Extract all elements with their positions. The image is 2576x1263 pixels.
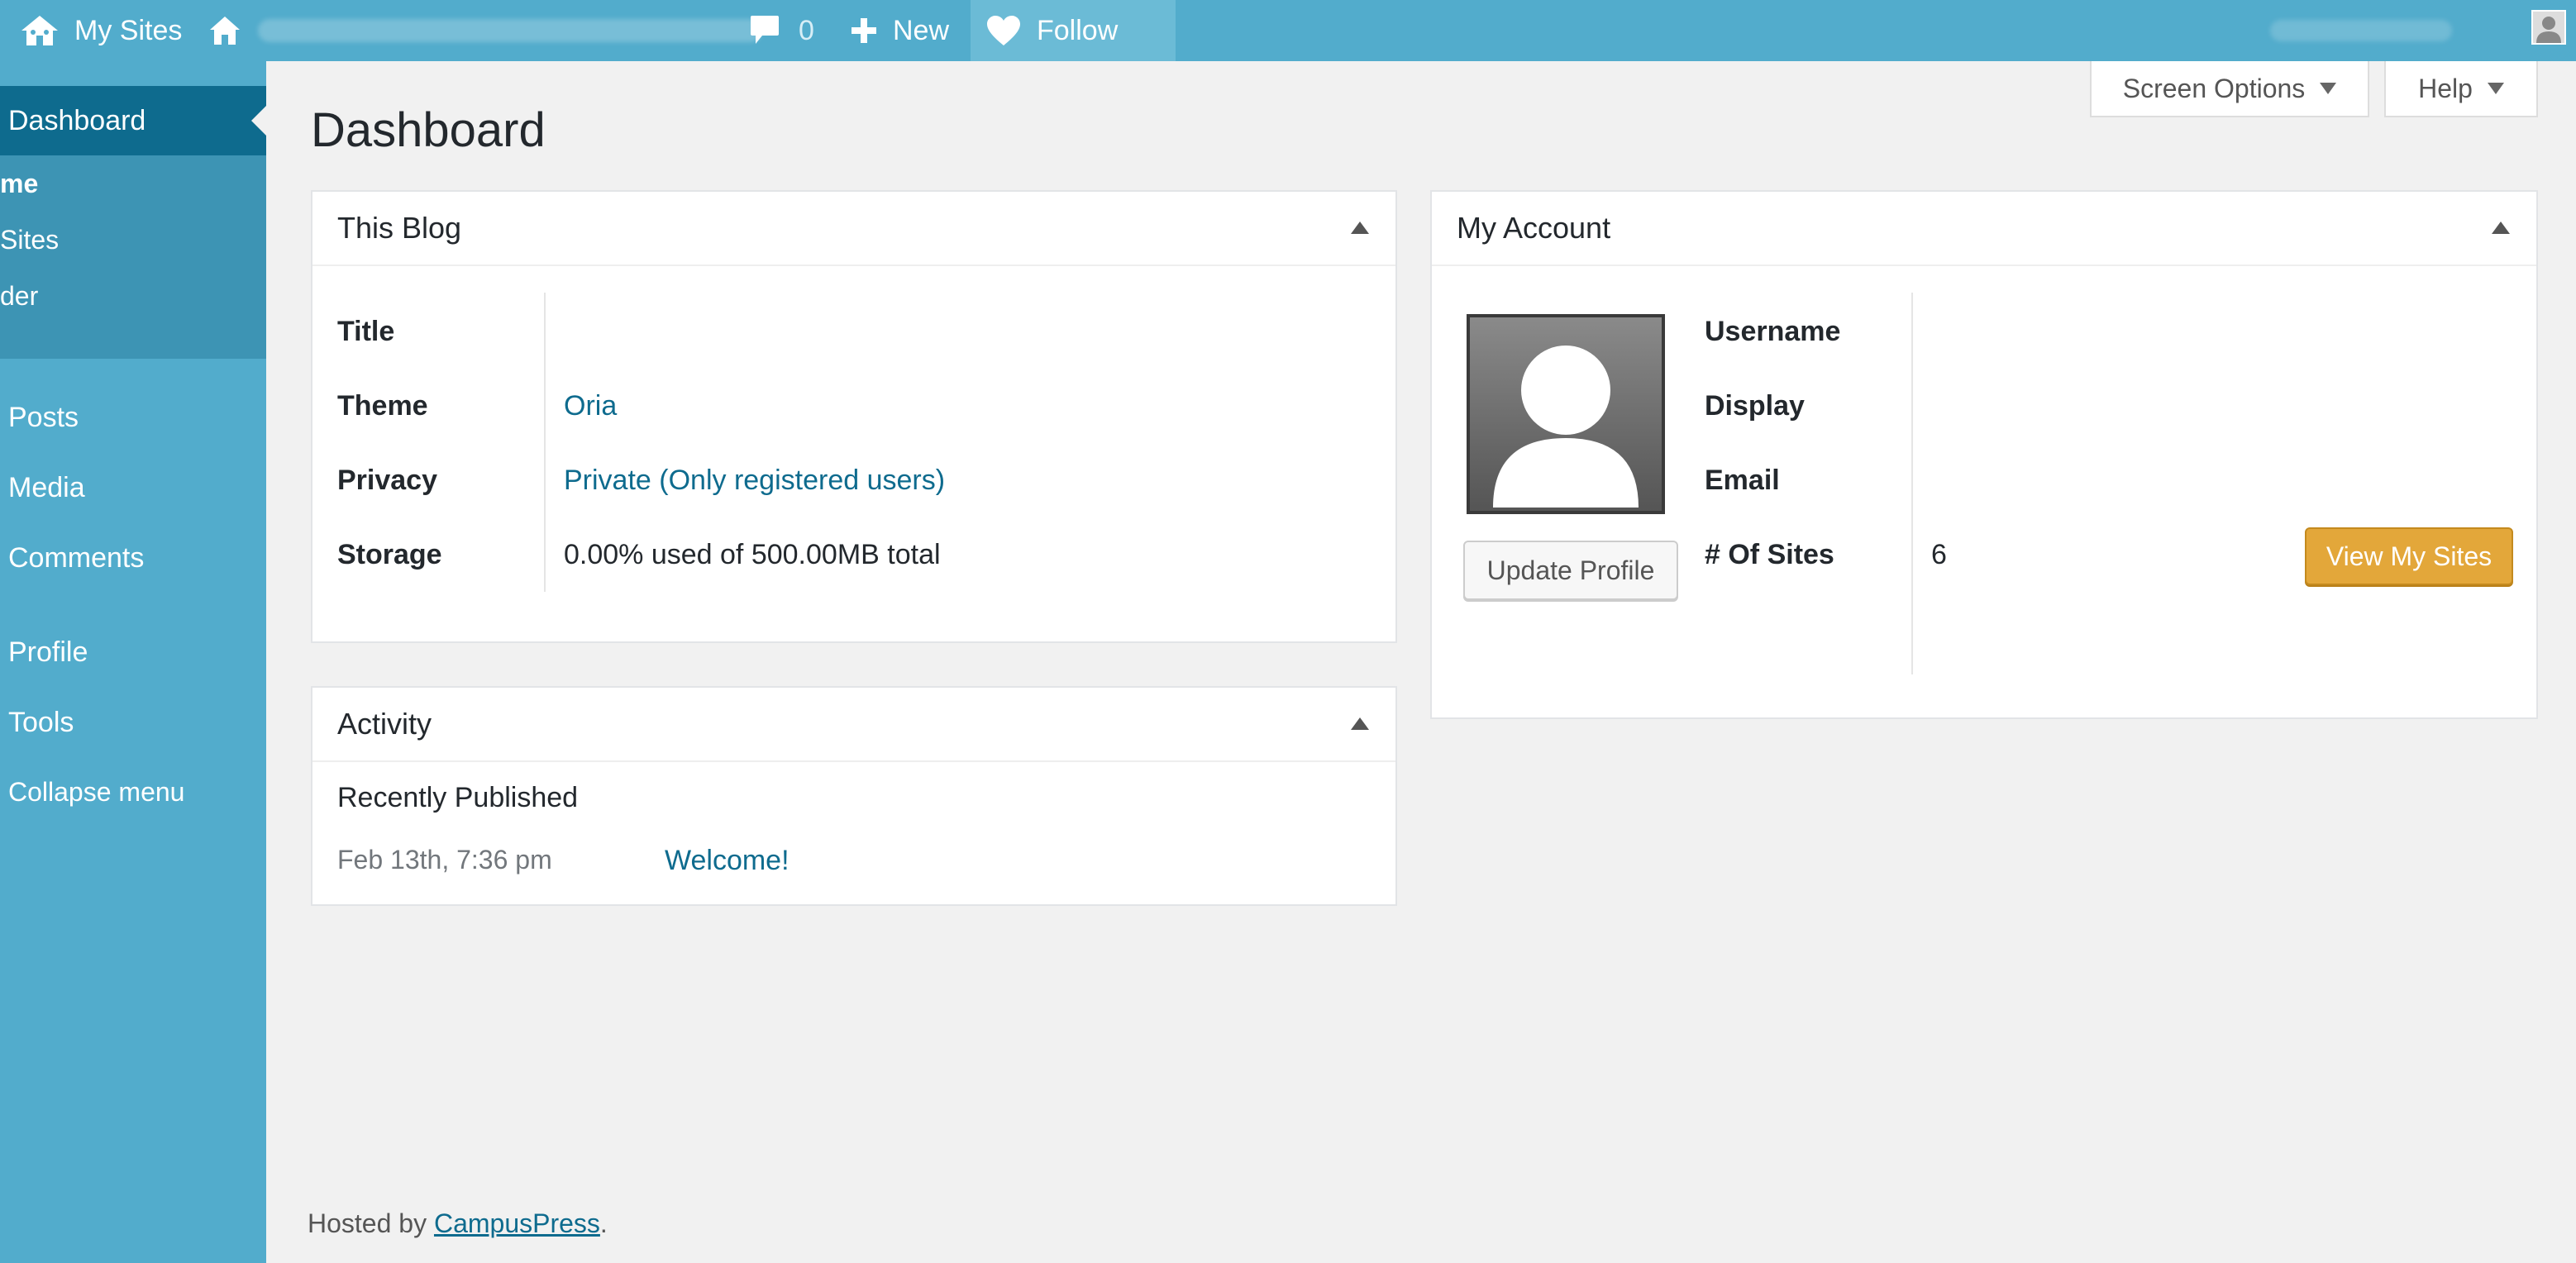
sidebar-item-label: Dashboard [8,104,146,136]
user-avatar[interactable] [2531,10,2566,45]
theme-link[interactable]: Oria [564,390,617,422]
sites-count-value: 6 [1931,539,1947,570]
campuspress-link[interactable]: CampusPress [434,1208,600,1238]
avatar-icon [2533,12,2564,43]
update-profile-button[interactable]: Update Profile [1463,541,1678,600]
new-label: New [893,14,950,46]
footer-suffix: . [599,1208,608,1238]
help-label: Help [2418,73,2473,103]
my-sites-label: My Sites [74,14,183,46]
my-account-widget: My Account Update Profile Username Displ… [1430,190,2538,719]
screen-options-label: Screen Options [2122,73,2306,103]
sidebar-item-posts[interactable]: Posts [8,402,79,434]
email-label: Email [1705,465,1780,496]
display-label: Display [1705,390,1805,422]
comment-bubble-icon [751,16,779,44]
widget-title: This Blog [337,211,462,245]
footer: Hosted by CampusPress. [308,1208,608,1239]
site-name-menu[interactable] [208,0,762,61]
privacy-label: Privacy [337,465,437,496]
sites-count-label: # Of Sites [1705,539,1834,570]
follow-button[interactable]: Follow [971,0,1176,61]
sidebar-item-dashboard[interactable]: Dashboard [0,86,266,155]
site-name-blurred [258,19,762,42]
sidebar-item-comments[interactable]: Comments [8,542,144,574]
admin-bar: My Sites 0 New Follow [0,0,2576,61]
help-button[interactable]: Help [2384,61,2538,117]
storage-value: 0.00% used of 500.00MB total [564,539,941,570]
my-sites-icon [21,16,58,45]
widget-title: My Account [1457,211,1611,245]
divider [1911,293,1913,674]
title-label: Title [337,316,395,347]
submenu-item-my-sites[interactable]: Sites [0,225,59,255]
home-icon [210,17,240,45]
follow-label: Follow [1037,14,1119,46]
recently-published-heading: Recently Published [337,782,579,813]
dropdown-arrow-icon [2487,83,2504,94]
sidebar-item-profile[interactable]: Profile [8,636,88,669]
divider [544,293,546,592]
plus-icon [852,18,876,43]
widget-header[interactable]: Activity [312,688,1395,762]
activity-date: Feb 13th, 7:36 pm [337,845,552,875]
collapse-toggle-icon[interactable] [2492,222,2510,234]
person-silhouette-icon [1493,346,1639,508]
activity-post-link[interactable]: Welcome! [665,845,789,877]
heart-icon [987,16,1020,45]
collapse-toggle-icon[interactable] [1351,717,1369,730]
storage-label: Storage [337,539,442,570]
submenu-item-reader[interactable]: der [0,281,38,312]
widget-header[interactable]: My Account [1432,192,2536,266]
my-sites-menu[interactable]: My Sites [20,0,182,61]
sidebar-item-media[interactable]: Media [8,472,85,504]
admin-sidebar: Dashboard me Sites der Posts Media Comme… [0,61,266,1263]
view-my-sites-button[interactable]: View My Sites [2305,527,2513,585]
dropdown-arrow-icon [2320,83,2337,94]
collapse-menu-button[interactable]: Collapse menu [8,777,184,808]
collapse-toggle-icon[interactable] [1351,222,1369,234]
this-blog-widget: This Blog Title Theme Oria Privacy Priva… [311,190,1397,643]
user-name-blurred[interactable] [2270,20,2452,41]
widget-title: Activity [337,707,432,741]
footer-prefix: Hosted by [308,1208,434,1238]
submenu-item-home[interactable]: me [0,169,38,199]
activity-widget: Activity Recently Published Feb 13th, 7:… [311,686,1397,906]
sidebar-item-tools[interactable]: Tools [8,707,74,739]
comments-menu[interactable]: 0 [749,0,814,61]
screen-options-button[interactable]: Screen Options [2090,61,2369,117]
profile-avatar [1467,314,1665,514]
username-label: Username [1705,316,1841,347]
new-content-menu[interactable]: New [850,0,949,61]
dashboard-submenu: me Sites der [0,155,266,359]
current-menu-arrow [251,106,266,136]
privacy-link[interactable]: Private (Only registered users) [564,465,945,497]
page-title: Dashboard [311,103,546,157]
comments-count: 0 [799,14,814,46]
widget-header[interactable]: This Blog [312,192,1395,266]
theme-label: Theme [337,390,428,422]
